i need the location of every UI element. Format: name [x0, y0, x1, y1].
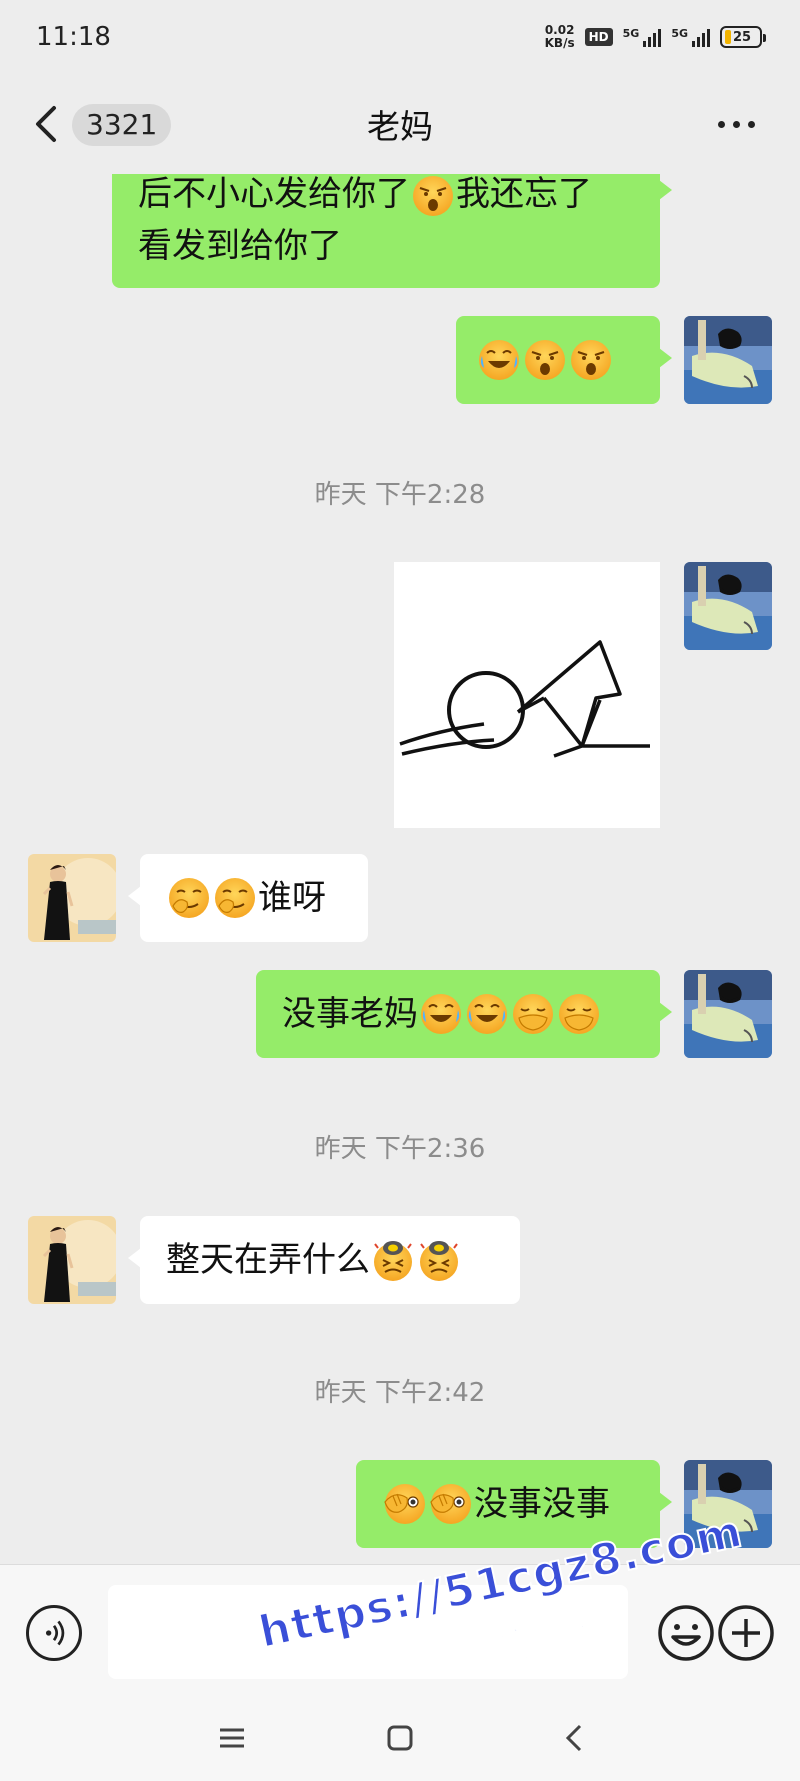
- message-text: 谁呀: [258, 878, 326, 918]
- emoji-picker-icon[interactable]: [656, 1603, 716, 1663]
- unread-count-badge[interactable]: 3321: [72, 104, 172, 146]
- message-bubble-sent[interactable]: 后不小心发给你了 我还忘了 看发到给你了: [112, 174, 672, 288]
- dizzy-frustrated-emoji-icon: [417, 1238, 461, 1282]
- covering-mouth-emoji-icon: [557, 992, 601, 1036]
- message-bubble-sent[interactable]: 没事老妈: [256, 970, 672, 1058]
- kowtow-stick-figure-image: [399, 640, 650, 758]
- signal-icon-sim2: 5G: [671, 27, 710, 47]
- status-time: 11:18: [36, 22, 111, 52]
- message-text-input[interactable]: [108, 1585, 628, 1679]
- message-bubble-received[interactable]: 谁呀: [128, 854, 368, 942]
- my-avatar[interactable]: [684, 1460, 772, 1548]
- back-arrow-icon[interactable]: [30, 104, 64, 144]
- contact-avatar[interactable]: [28, 854, 116, 942]
- message-list[interactable]: 后不小心发给你了 我还忘了 看发到给你了 昨天 下午2:28 谁呀 没事老妈 昨…: [0, 174, 800, 1564]
- hand-over-mouth-emoji-icon: [213, 876, 257, 920]
- hand-over-mouth-emoji-icon: [167, 876, 211, 920]
- home-icon[interactable]: [378, 1716, 422, 1760]
- facepalm-emoji-icon: [429, 1482, 473, 1526]
- covering-mouth-emoji-icon: [511, 992, 555, 1036]
- message-text: 后不小心发给你了 我还忘了 看发到给你了: [138, 174, 592, 266]
- message-text: 没事老妈: [282, 994, 418, 1034]
- menu-icon[interactable]: [210, 1716, 254, 1760]
- more-options-icon[interactable]: [712, 110, 760, 138]
- message-input-bar: [0, 1564, 800, 1696]
- shocked-emoji-icon: [569, 338, 613, 382]
- voice-input-icon[interactable]: [26, 1605, 82, 1661]
- battery-icon: 25: [720, 26, 766, 48]
- laugh-cry-emoji-icon: [465, 992, 509, 1036]
- back-icon[interactable]: [552, 1716, 596, 1760]
- my-avatar[interactable]: [684, 970, 772, 1058]
- shocked-emoji-icon: [523, 338, 567, 382]
- message-text: 没事没事: [474, 1484, 610, 1524]
- contact-avatar[interactable]: [28, 1216, 116, 1304]
- shocked-emoji-icon: [411, 174, 455, 218]
- message-bubble-sent[interactable]: 没事没事: [356, 1460, 672, 1548]
- my-avatar[interactable]: [684, 316, 772, 404]
- message-bubble-sent[interactable]: [456, 316, 672, 404]
- dizzy-frustrated-emoji-icon: [371, 1238, 415, 1282]
- hd-voice-icon: HD: [584, 28, 613, 46]
- message-timestamp: 昨天 下午2:36: [314, 1134, 486, 1164]
- system-navigation-bar: [0, 1696, 800, 1781]
- network-speed: 0.02 KB/s: [544, 23, 575, 50]
- sent-image-message[interactable]: [394, 562, 660, 828]
- my-avatar[interactable]: [684, 562, 772, 650]
- status-icons: 0.02 KB/s HD 5G 5G 25: [544, 23, 766, 50]
- laugh-cry-emoji-icon: [419, 992, 463, 1036]
- more-actions-plus-icon[interactable]: [716, 1603, 776, 1663]
- message-timestamp: 昨天 下午2:42: [314, 1378, 486, 1408]
- status-bar: 11:18 0.02 KB/s HD 5G 5G 25: [0, 0, 800, 74]
- signal-icon-sim1: 5G: [623, 27, 662, 47]
- message-timestamp: 昨天 下午2:28: [314, 480, 486, 510]
- laugh-cry-emoji-icon: [477, 338, 521, 382]
- message-text: 整天在弄什么: [166, 1240, 370, 1280]
- chat-header: 3321 老妈: [0, 74, 800, 174]
- message-bubble-received[interactable]: 整天在弄什么: [128, 1216, 520, 1304]
- facepalm-emoji-icon: [383, 1482, 427, 1526]
